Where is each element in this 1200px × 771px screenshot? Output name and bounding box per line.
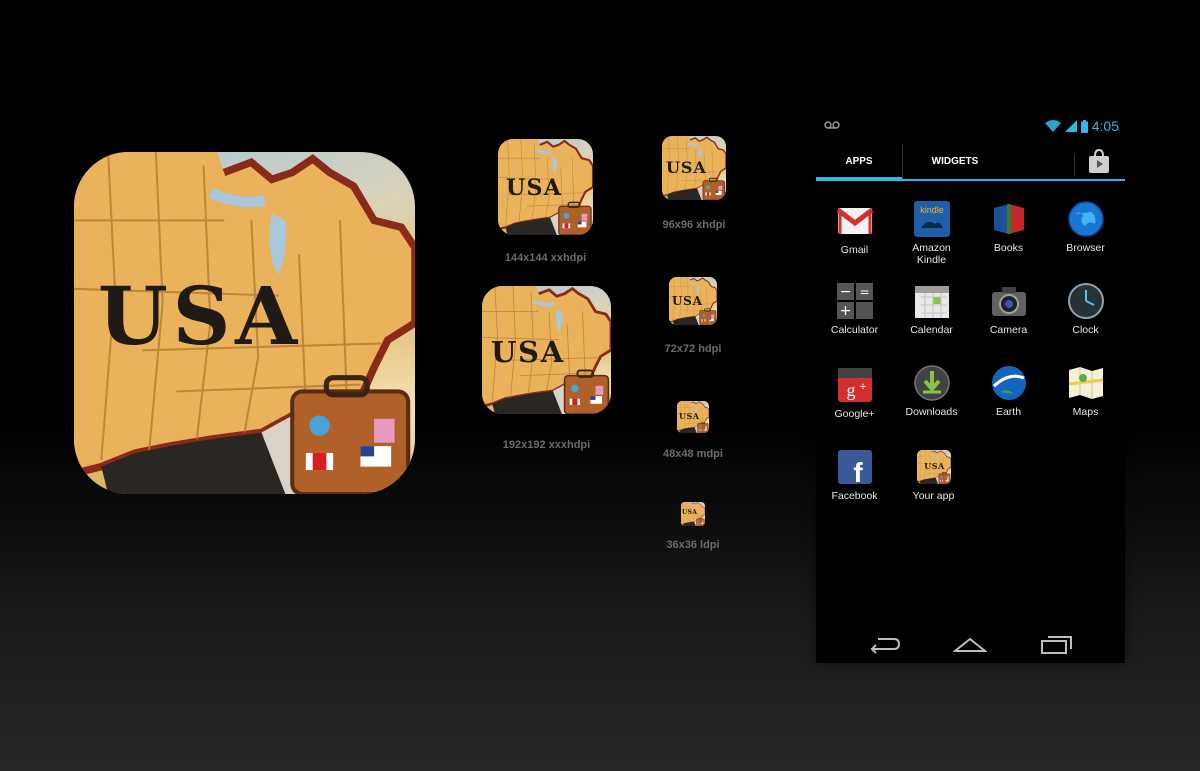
downloads-icon bbox=[913, 364, 951, 402]
recent-apps-icon[interactable] bbox=[1040, 633, 1074, 655]
usa-icon-text: USA bbox=[98, 269, 303, 363]
maps-icon bbox=[1067, 364, 1105, 402]
app-label: Camera bbox=[989, 324, 1028, 336]
apps-widgets-tabs: APPS WIDGETS bbox=[816, 144, 1125, 181]
android-phone-screen: 4:05 APPS WIDGETS Gmail kindle Amazon Ki… bbox=[816, 112, 1125, 663]
status-bar: 4:05 bbox=[816, 112, 1125, 140]
camera-icon bbox=[990, 282, 1028, 320]
app-gmail[interactable]: Gmail bbox=[816, 202, 893, 256]
usa-app-icon: USA bbox=[915, 448, 953, 486]
navigation-bar bbox=[816, 625, 1125, 663]
facebook-icon: f bbox=[836, 448, 874, 488]
svg-text:g: g bbox=[846, 380, 855, 400]
app-clock[interactable]: Clock bbox=[1047, 282, 1124, 336]
wifi-icon bbox=[1044, 120, 1061, 132]
app-label: Gmail bbox=[840, 244, 869, 256]
usa-icon-text: USA bbox=[506, 175, 563, 201]
icon-size-label: 192x192 xxxhdpi bbox=[502, 439, 591, 451]
app-your-app[interactable]: USA Your app bbox=[895, 448, 972, 502]
app-amazon-kindle[interactable]: kindle Amazon Kindle bbox=[893, 200, 970, 266]
svg-text:−: − bbox=[839, 284, 851, 300]
app-label: Clock bbox=[1072, 324, 1099, 336]
app-earth[interactable]: Earth bbox=[970, 364, 1047, 418]
status-time: 4:05 bbox=[1091, 118, 1119, 134]
books-icon bbox=[990, 200, 1028, 238]
tab-divider bbox=[1074, 154, 1075, 176]
usa-icon-text: USA bbox=[924, 461, 945, 471]
app-label: Earth bbox=[995, 406, 1022, 418]
earth-icon bbox=[990, 364, 1028, 402]
signal-icon bbox=[1064, 120, 1077, 132]
usa-icon-192: USA bbox=[482, 286, 611, 414]
usa-icon-48: USA bbox=[677, 401, 709, 433]
play-store-icon[interactable] bbox=[1087, 148, 1111, 174]
app-calculator[interactable]: − = + Calculator bbox=[816, 282, 893, 336]
app-maps[interactable]: Maps bbox=[1047, 364, 1124, 418]
app-label: Calendar bbox=[910, 324, 953, 336]
app-label: Downloads bbox=[905, 406, 958, 418]
app-label: Books bbox=[993, 242, 1024, 254]
app-label: Calculator bbox=[830, 324, 879, 336]
app-label: Amazon Kindle bbox=[912, 242, 951, 266]
usa-icon-144: USA bbox=[498, 139, 593, 235]
app-books[interactable]: Books bbox=[970, 200, 1047, 254]
icon-size-label: 48x48 mdpi bbox=[663, 448, 723, 460]
app-downloads[interactable]: Downloads bbox=[893, 364, 970, 418]
app-facebook[interactable]: f Facebook bbox=[816, 448, 893, 502]
kindle-icon: kindle bbox=[913, 200, 951, 238]
usa-icon-36: USA bbox=[681, 502, 705, 526]
svg-text:+: + bbox=[859, 381, 865, 393]
browser-icon bbox=[1067, 200, 1105, 238]
back-icon[interactable] bbox=[868, 633, 902, 655]
app-label: Your app bbox=[912, 490, 955, 502]
google-plus-icon: g + bbox=[836, 366, 874, 404]
app-label: Browser bbox=[1066, 242, 1105, 254]
usa-icon-96: USA bbox=[662, 136, 726, 200]
usa-icon-text: USA bbox=[491, 335, 565, 369]
app-browser[interactable]: Browser bbox=[1047, 200, 1124, 254]
usa-icon-text: USA bbox=[682, 509, 698, 516]
usa-icon-72: USA bbox=[669, 277, 717, 325]
icon-size-label: 96x96 xhdpi bbox=[662, 219, 726, 231]
battery-icon bbox=[1080, 119, 1088, 133]
icon-size-label: 72x72 hdpi bbox=[664, 343, 722, 355]
app-label: Google+ bbox=[834, 408, 875, 420]
app-calendar[interactable]: Calendar bbox=[893, 282, 970, 336]
usa-icon-text: USA bbox=[672, 294, 703, 308]
usa-icon-launcher: USA bbox=[916, 450, 951, 484]
usa-icon-text: USA bbox=[679, 411, 700, 421]
calculator-icon: − = + bbox=[836, 282, 874, 320]
tab-widgets[interactable]: WIDGETS bbox=[912, 144, 998, 179]
app-label: Facebook bbox=[831, 490, 878, 502]
usa-icon-text: USA bbox=[666, 158, 707, 177]
home-icon[interactable] bbox=[953, 633, 987, 655]
app-camera[interactable]: Camera bbox=[970, 282, 1047, 336]
svg-text:=: = bbox=[859, 285, 869, 299]
clock-icon bbox=[1067, 282, 1105, 320]
icon-size-label: 36x36 ldpi bbox=[666, 539, 720, 551]
icon-size-label: 144x144 xxhdpi bbox=[504, 252, 587, 264]
tab-divider bbox=[902, 144, 903, 179]
svg-text:+: + bbox=[839, 303, 851, 319]
tab-apps[interactable]: APPS bbox=[816, 144, 902, 181]
calendar-icon bbox=[913, 282, 951, 320]
app-label: Maps bbox=[1072, 406, 1099, 418]
svg-text:f: f bbox=[853, 457, 863, 486]
voicemail-icon bbox=[824, 121, 840, 129]
app-google-plus[interactable]: g + Google+ bbox=[816, 366, 893, 420]
usa-icon-large: USA bbox=[74, 152, 415, 494]
gmail-icon bbox=[835, 202, 874, 240]
svg-text:kindle: kindle bbox=[920, 205, 944, 215]
